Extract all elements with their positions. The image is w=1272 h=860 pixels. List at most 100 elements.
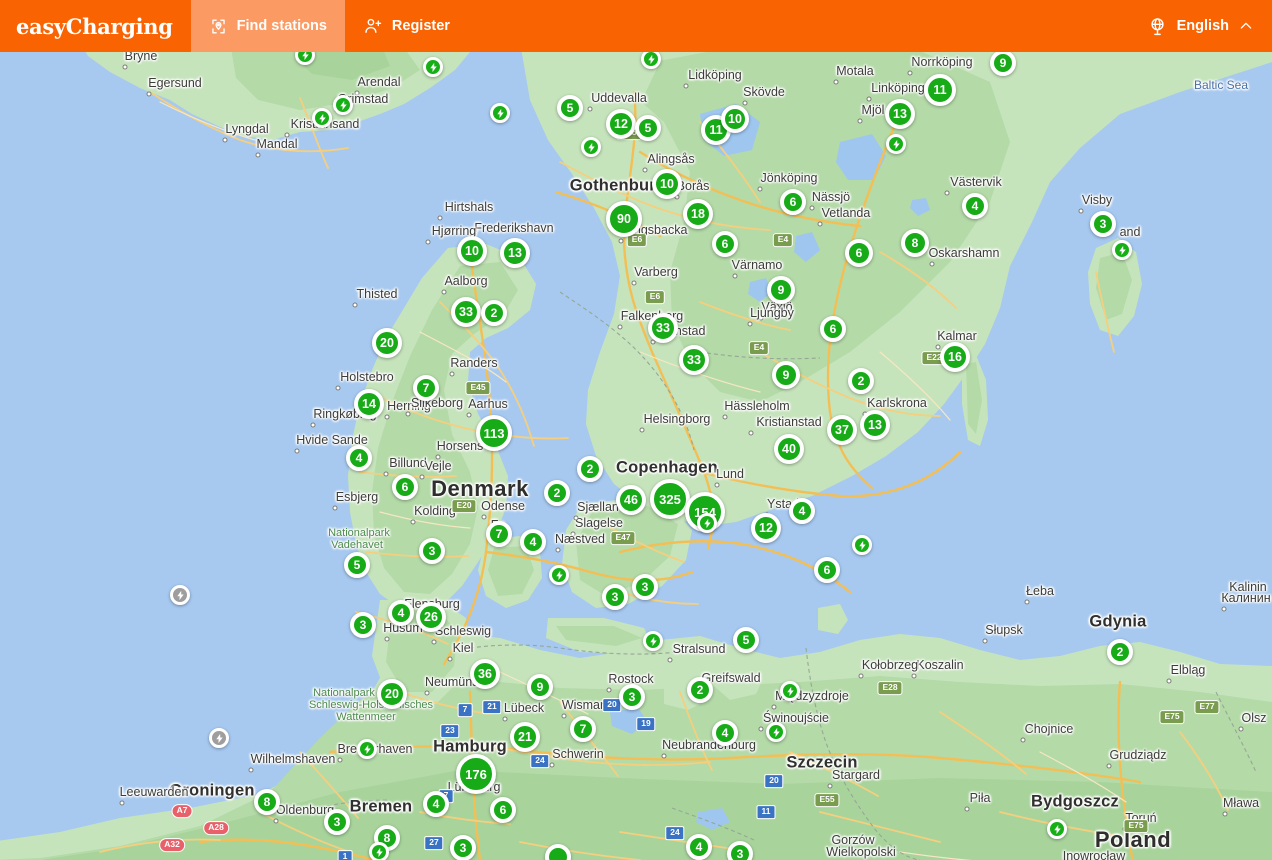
map-cluster-marker[interactable]: 3	[419, 538, 445, 564]
map-cluster-marker[interactable]: 12	[751, 513, 781, 543]
lightning-bolt-icon	[587, 142, 595, 152]
map-viewport[interactable]: .L { fill:#c6e4bc; } .L2 { fill:#b4daa8;…	[0, 52, 1272, 860]
map-cluster-marker[interactable]: 6	[392, 474, 418, 500]
map-cluster-marker[interactable]: 8	[901, 229, 929, 257]
map-cluster-count: 4	[355, 451, 363, 465]
map-cluster-marker[interactable]: 4	[388, 600, 414, 626]
map-cluster-marker[interactable]: 5	[344, 552, 370, 578]
map-cluster-marker[interactable]: 3	[324, 809, 350, 835]
map-cluster-marker[interactable]: 325	[650, 479, 690, 519]
map-station-pin[interactable]	[423, 57, 443, 77]
map-cluster-marker[interactable]: 2	[848, 368, 874, 394]
map-station-pin[interactable]	[549, 565, 569, 585]
map-cluster-marker[interactable]: 46	[616, 485, 646, 515]
road-shield-badge: A28	[203, 821, 229, 835]
map-cluster-marker[interactable]: 6	[845, 239, 873, 267]
map-cluster-marker[interactable]: 3	[450, 835, 476, 860]
map-cluster-marker[interactable]: 4	[789, 498, 815, 524]
map-cluster-marker[interactable]: 3	[602, 584, 628, 610]
map-cluster-marker[interactable]: 33	[451, 297, 481, 327]
map-station-pin[interactable]	[312, 108, 332, 128]
map-station-pin[interactable]	[209, 728, 229, 748]
map-cluster-marker[interactable]: 3	[1090, 211, 1116, 237]
map-cluster-marker[interactable]: 40	[774, 434, 804, 464]
map-cluster-marker[interactable]: 14	[354, 389, 384, 419]
map-cluster-marker[interactable]: 176	[456, 754, 496, 794]
map-cluster-marker[interactable]: 6	[820, 316, 846, 342]
map-cluster-marker[interactable]: 36	[470, 659, 500, 689]
map-cluster-marker[interactable]: 7	[570, 716, 596, 742]
map-station-pin[interactable]	[581, 137, 601, 157]
map-station-pin[interactable]	[697, 513, 717, 533]
lightning-bolt-icon	[215, 733, 223, 743]
map-cluster-marker[interactable]: 4	[712, 720, 738, 746]
map-cluster-marker[interactable]: 9	[767, 276, 795, 304]
map-station-pin[interactable]	[766, 722, 786, 742]
nav-tab-find-stations[interactable]: Find stations	[190, 0, 345, 52]
map-cluster-marker[interactable]: 8	[254, 789, 280, 815]
map-cluster-marker[interactable]: 2	[687, 677, 713, 703]
brand-logo[interactable]: easyCharging	[0, 0, 191, 52]
map-cluster-marker[interactable]: 33	[648, 313, 678, 343]
map-cluster-marker[interactable]: 2	[1107, 639, 1133, 665]
map-station-pin[interactable]	[369, 842, 389, 860]
map-cluster-marker[interactable]: 10	[652, 169, 682, 199]
map-cluster-marker[interactable]: 20	[372, 328, 402, 358]
map-cluster-marker[interactable]: 13	[500, 238, 530, 268]
map-station-pin[interactable]	[490, 103, 510, 123]
map-cluster-marker[interactable]: 4	[423, 791, 449, 817]
map-cluster-marker[interactable]: 10	[721, 105, 749, 133]
map-cluster-marker[interactable]: 3	[632, 574, 658, 600]
map-cluster-marker[interactable]: 4	[346, 445, 372, 471]
map-cluster-marker[interactable]: 3	[350, 612, 376, 638]
map-cluster-marker[interactable]: 6	[490, 797, 516, 823]
map-cluster-marker[interactable]: 90	[606, 201, 642, 237]
map-cluster-count: 4	[695, 840, 703, 854]
map-cluster-marker[interactable]: 7	[486, 521, 512, 547]
map-cluster-marker[interactable]: 4	[520, 529, 546, 555]
map-cluster-count: 4	[721, 726, 729, 740]
map-station-pin[interactable]	[1112, 240, 1132, 260]
map-station-pin[interactable]	[643, 631, 663, 651]
map-cluster-marker[interactable]: 5	[733, 627, 759, 653]
map-cluster-marker[interactable]: 2	[481, 300, 507, 326]
map-cluster-marker[interactable]: 11	[924, 74, 956, 106]
map-cluster-marker[interactable]: 9	[772, 361, 800, 389]
map-station-pin[interactable]	[357, 739, 377, 759]
map-station-pin[interactable]	[852, 535, 872, 555]
map-cluster-marker[interactable]: 9	[527, 674, 553, 700]
map-cluster-marker[interactable]: 4	[686, 834, 712, 860]
map-station-pin[interactable]	[1047, 819, 1067, 839]
map-cluster-marker[interactable]: 3	[619, 684, 645, 710]
map-cluster-count: 90	[617, 211, 631, 226]
map-cluster-marker[interactable]: 4	[962, 193, 988, 219]
map-cluster-marker[interactable]: 37	[827, 415, 857, 445]
map-station-pin[interactable]	[886, 134, 906, 154]
map-cluster-marker[interactable]: 7	[413, 375, 439, 401]
map-cluster-marker[interactable]: 10	[457, 236, 487, 266]
map-cluster-marker[interactable]: 5	[557, 95, 583, 121]
map-cluster-marker[interactable]: 16	[940, 342, 970, 372]
map-cluster-marker[interactable]: 3	[727, 841, 753, 860]
map-cluster-marker[interactable]: 6	[814, 557, 840, 583]
map-station-pin[interactable]	[780, 681, 800, 701]
map-cluster-count: 2	[553, 486, 561, 500]
map-cluster-marker[interactable]: 2	[544, 480, 570, 506]
map-cluster-marker[interactable]: 20	[377, 679, 407, 709]
map-cluster-marker[interactable]: 2	[577, 456, 603, 482]
nav-tab-register[interactable]: Register	[345, 0, 468, 52]
map-cluster-marker[interactable]: 33	[679, 345, 709, 375]
map-cluster-marker[interactable]: 26	[416, 602, 446, 632]
map-cluster-marker[interactable]: 13	[885, 99, 915, 129]
map-cluster-marker[interactable]: 6	[712, 231, 738, 257]
map-cluster-marker[interactable]: 21	[510, 722, 540, 752]
map-cluster-marker[interactable]: 6	[780, 189, 806, 215]
map-cluster-marker[interactable]: 13	[860, 410, 890, 440]
map-cluster-marker[interactable]: 18	[683, 199, 713, 229]
map-cluster-marker[interactable]: 5	[635, 115, 661, 141]
language-selector[interactable]: English	[1137, 0, 1272, 52]
map-station-pin[interactable]	[333, 95, 353, 115]
map-station-pin[interactable]	[170, 585, 190, 605]
map-cluster-marker[interactable]: 113	[476, 415, 512, 451]
map-cluster-marker[interactable]: 12	[606, 109, 636, 139]
